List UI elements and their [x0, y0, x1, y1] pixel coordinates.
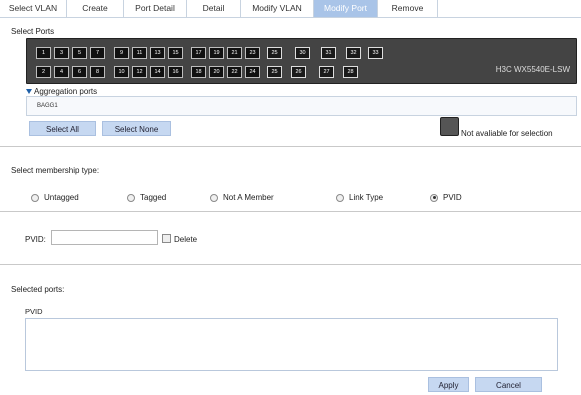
port-26[interactable]: 26: [291, 66, 306, 78]
port-1[interactable]: 1: [36, 47, 51, 59]
apply-button[interactable]: Apply: [428, 377, 469, 392]
tab-bar: Select VLAN Create Port Detail Detail Mo…: [0, 0, 581, 18]
port-28[interactable]: 28: [343, 66, 358, 78]
port-8[interactable]: 8: [90, 66, 105, 78]
port-3[interactable]: 3: [54, 47, 69, 59]
delete-checkbox[interactable]: [162, 234, 171, 243]
port-24[interactable]: 24: [245, 66, 260, 78]
divider: [0, 146, 581, 147]
port-2[interactable]: 2: [36, 66, 51, 78]
tab-modify-vlan[interactable]: Modify VLAN: [241, 0, 314, 17]
radio-tagged[interactable]: Tagged: [127, 193, 166, 202]
select-ports-title: Select Ports: [11, 27, 55, 36]
divider: [0, 264, 581, 265]
radio-selected-icon: [430, 193, 438, 202]
port-15[interactable]: 15: [168, 47, 183, 59]
port-13[interactable]: 13: [150, 47, 165, 59]
divider: [0, 211, 581, 212]
radio-label: Untagged: [44, 193, 79, 202]
selected-ports-title: Selected ports:: [11, 285, 65, 294]
port-7[interactable]: 7: [90, 47, 105, 59]
switch-panel: 1 3 5 7 9 11 13 15 17 19 21 23 25 30 31 32 33 2 4 6 8 10 12 14…: [26, 38, 577, 84]
tab-select-vlan[interactable]: Select VLAN: [0, 0, 67, 17]
radio-circle-icon: [210, 193, 218, 202]
port-18[interactable]: 18: [191, 66, 206, 78]
port-31[interactable]: 31: [321, 47, 336, 59]
radio-untagged[interactable]: Untagged: [31, 193, 79, 202]
selected-ports-group-label: PVID: [25, 307, 43, 316]
device-model-label: H3C WX5540E-LSW: [495, 65, 570, 74]
port-32[interactable]: 32: [346, 47, 361, 59]
radio-circle-icon: [127, 193, 135, 202]
port-14[interactable]: 14: [150, 66, 165, 78]
unavailable-port-swatch: [440, 117, 459, 136]
port-27[interactable]: 27: [319, 66, 334, 78]
pvid-input[interactable]: [51, 230, 158, 245]
port-5[interactable]: 5: [72, 47, 87, 59]
port-22[interactable]: 22: [227, 66, 242, 78]
port-30[interactable]: 30: [295, 47, 310, 59]
aggregation-ports-panel: BAGG1: [26, 96, 577, 116]
port-20[interactable]: 20: [209, 66, 224, 78]
tab-port-detail[interactable]: Port Detail: [124, 0, 187, 17]
port-12[interactable]: 12: [132, 66, 147, 78]
radio-label: Tagged: [140, 193, 167, 202]
port-11[interactable]: 11: [132, 47, 147, 59]
port-17[interactable]: 17: [191, 47, 206, 59]
tab-modify-port[interactable]: Modify Port: [314, 0, 378, 17]
membership-type-title: Select membership type:: [11, 166, 100, 175]
selected-ports-box: [25, 318, 558, 371]
legend-label: Not avaliable for selection: [461, 129, 553, 138]
aggregation-ports-title: Aggregation ports: [34, 87, 98, 96]
radio-label: Not A Member: [223, 193, 274, 202]
aggregation-port-item[interactable]: BAGG1: [37, 103, 58, 109]
radio-label: Link Type: [349, 193, 384, 202]
radio-circle-icon: [31, 193, 39, 202]
select-all-button[interactable]: Select All: [29, 121, 96, 136]
radio-pvid[interactable]: PVID: [430, 193, 462, 202]
delete-checkbox-label: Delete: [174, 235, 198, 244]
port-33[interactable]: 33: [368, 47, 383, 59]
port-25[interactable]: 25: [267, 47, 282, 59]
port-4[interactable]: 4: [54, 66, 69, 78]
triangle-down-icon: [26, 89, 32, 95]
port-21[interactable]: 21: [227, 47, 242, 59]
select-none-button[interactable]: Select None: [102, 121, 171, 136]
port-16[interactable]: 16: [168, 66, 183, 78]
port-9[interactable]: 9: [114, 47, 129, 59]
aggregation-ports-toggle[interactable]: Aggregation ports: [26, 87, 97, 96]
tab-create[interactable]: Create: [67, 0, 124, 17]
radio-link-type[interactable]: Link Type: [336, 193, 383, 202]
radio-not-a-member[interactable]: Not A Member: [210, 193, 274, 202]
tab-detail[interactable]: Detail: [187, 0, 241, 17]
port-10[interactable]: 10: [114, 66, 129, 78]
radio-label: PVID: [443, 193, 462, 202]
radio-circle-icon: [336, 193, 344, 202]
tab-remove[interactable]: Remove: [378, 0, 438, 17]
pvid-field-label: PVID:: [25, 235, 46, 244]
port-25[interactable]: 25: [267, 66, 282, 78]
port-19[interactable]: 19: [209, 47, 224, 59]
cancel-button[interactable]: Cancel: [475, 377, 542, 392]
port-23[interactable]: 23: [245, 47, 260, 59]
port-6[interactable]: 6: [72, 66, 87, 78]
